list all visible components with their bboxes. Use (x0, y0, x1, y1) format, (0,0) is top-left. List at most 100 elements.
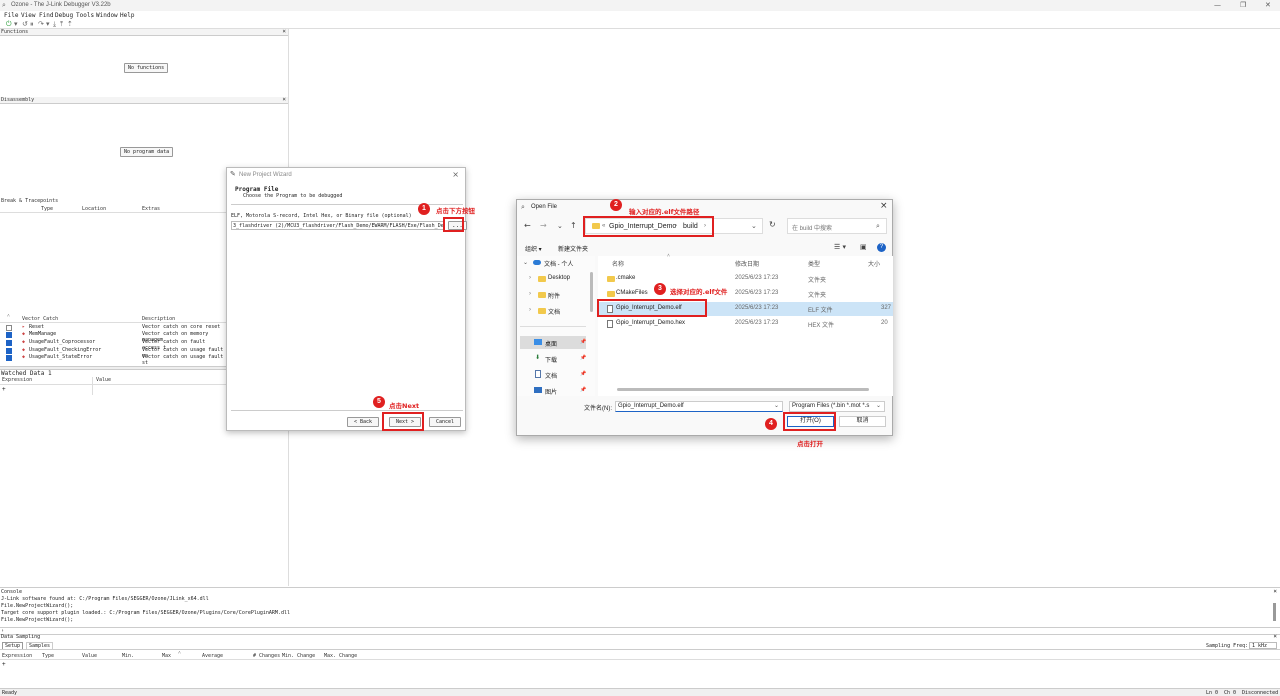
filetype-select[interactable]: Program Files (*.bin *.mot *.s ⌄ (789, 401, 885, 412)
up-arrow-icon[interactable]: ↑ (570, 221, 577, 230)
pause-icon[interactable]: ⏸ (30, 20, 34, 29)
quick-access-item[interactable]: 图片 (545, 387, 557, 396)
step-in-icon[interactable]: ⤓ (53, 20, 56, 29)
app-search-icon: ⌕ (2, 1, 6, 9)
program-file-input[interactable]: 3_flashdriver (2)/MCU3_flashdriver/Flash… (231, 221, 444, 230)
cancel-button[interactable]: 取消 (839, 416, 886, 427)
add-expression-field[interactable]: + (2, 661, 6, 668)
column-extras[interactable]: Extras (142, 206, 160, 212)
close-icon[interactable]: × (282, 96, 286, 103)
navigation-pane: ⌄ 文档 - 个人 › Desktop › 附件 › 文档 桌面 📌 ⬇ 下载 … (517, 256, 595, 396)
menu-bar: File View Find Debug Tools Window Help (0, 11, 1280, 20)
power-icon[interactable]: ⏻ (6, 20, 12, 29)
close-icon[interactable]: × (880, 201, 888, 211)
help-icon[interactable]: ? (877, 243, 886, 252)
step-over-icon[interactable]: ↷ (38, 20, 44, 28)
back-button[interactable]: < Back (347, 417, 379, 427)
table-row[interactable]: ◆ MemManage Vector catch on memory manag… (0, 331, 226, 343)
list-item[interactable]: Gpio_Interrupt_Demo.hex 2025/6/23 17:23 … (598, 317, 893, 331)
table-row[interactable]: ◆ UsageFault_Coprocessor Vector catch on… (0, 339, 226, 351)
chevron-down-icon[interactable]: ⌄ (557, 222, 563, 230)
column-expression[interactable]: Expression (2, 377, 32, 383)
column-type[interactable]: Type (41, 206, 53, 212)
expand-icon[interactable]: › (529, 307, 531, 313)
column-max[interactable]: Max (162, 653, 171, 659)
column-location[interactable]: Location (82, 206, 106, 212)
chevron-down-icon[interactable]: ⌄ (876, 402, 882, 409)
step-out-icon[interactable]: ⤒ (60, 20, 63, 29)
view-menu-icon[interactable]: ☰ ▾ (834, 243, 846, 251)
sampling-freq-select[interactable]: 1 kHz (1249, 642, 1277, 649)
dropdown-icon[interactable]: ▾ (46, 20, 50, 28)
wizard-subheading: Choose the Program to be debugged (243, 193, 343, 199)
column-value[interactable]: Value (96, 377, 111, 383)
expand-icon[interactable]: ⌄ (523, 259, 528, 266)
menu-file[interactable]: File (4, 12, 18, 19)
menu-window[interactable]: Window (96, 12, 118, 19)
reset-icon[interactable]: ↺ (22, 20, 28, 28)
chevron-down-icon[interactable]: ⌄ (751, 222, 757, 230)
file-date: 2025/6/23 17:23 (735, 320, 779, 326)
tab-setup[interactable]: Setup (2, 642, 24, 649)
menu-view[interactable]: View (21, 12, 35, 19)
add-watch-field[interactable]: + (2, 386, 6, 393)
maximize-button[interactable]: ❐ (1240, 1, 1246, 9)
column-min[interactable]: Min. (122, 653, 134, 659)
tree-item[interactable]: 文档 (548, 307, 560, 316)
column-changes[interactable]: # Changes (253, 653, 280, 659)
quick-access-item[interactable]: 下载 (545, 355, 557, 364)
close-window-button[interactable]: ✕ (1265, 1, 1271, 9)
checkbox[interactable] (6, 340, 12, 346)
column-date[interactable]: 修改日期 (735, 259, 759, 268)
checkbox[interactable] (6, 332, 12, 338)
column-size[interactable]: 大小 (868, 259, 880, 268)
table-row[interactable]: ◆ UsageFault_StateError Vector catch on … (0, 354, 226, 366)
column-vector-catch[interactable]: Vector Catch (22, 316, 58, 322)
column-value[interactable]: Value (82, 653, 97, 659)
menu-find[interactable]: Find (39, 12, 53, 19)
filename-input[interactable]: Gpio_Interrupt_Demo.elf ⌄ (615, 401, 783, 412)
preview-pane-icon[interactable]: ▣ (860, 243, 867, 251)
step-up-icon[interactable]: ⇡ (67, 20, 73, 28)
highlight-browse (443, 217, 464, 232)
file-list-scrollbar[interactable] (617, 388, 869, 391)
close-icon[interactable]: × (282, 28, 286, 35)
column-name[interactable]: 名称 (612, 259, 624, 268)
expand-icon[interactable]: › (529, 291, 531, 297)
close-icon[interactable]: × (1273, 633, 1277, 640)
refresh-icon[interactable]: ↻ (769, 220, 776, 229)
close-icon[interactable]: × (1273, 588, 1277, 595)
column-type[interactable]: Type (42, 653, 54, 659)
close-icon[interactable]: × (452, 170, 459, 179)
console-scrollbar[interactable] (1273, 603, 1276, 621)
organize-button[interactable]: 组织 ▾ (525, 244, 542, 253)
tab-samples[interactable]: Samples (26, 642, 54, 649)
column-type[interactable]: 类型 (808, 259, 820, 268)
quick-access-item[interactable]: 桌面 (545, 339, 557, 348)
sort-up-icon: ˄ (7, 313, 10, 319)
tree-item[interactable]: Desktop (548, 275, 570, 281)
search-input[interactable]: 在 build 中搜索 ⌕ (787, 218, 887, 234)
tree-item[interactable]: 附件 (548, 291, 560, 300)
minimize-button[interactable]: — (1214, 1, 1221, 9)
back-arrow-icon[interactable]: ← (524, 221, 531, 230)
menu-debug[interactable]: Debug (55, 12, 73, 19)
list-item[interactable]: .cmake 2025/6/23 17:23 文件夹 (598, 272, 893, 286)
quick-access-item[interactable]: 文档 (545, 371, 557, 380)
column-expression[interactable]: Expression (2, 653, 32, 659)
tree-item[interactable]: 文档 - 个人 (544, 259, 573, 268)
nav-scrollbar[interactable] (590, 272, 593, 312)
column-description[interactable]: Description (142, 316, 175, 322)
expand-icon[interactable]: › (529, 275, 531, 281)
column-average[interactable]: Average (202, 653, 223, 659)
column-max-change[interactable]: Max. Change (324, 653, 357, 659)
menu-help[interactable]: Help (120, 12, 134, 19)
column-min-change[interactable]: Min. Change (282, 653, 315, 659)
new-folder-button[interactable]: 新建文件夹 (558, 244, 588, 253)
chevron-down-icon[interactable]: ⌄ (774, 402, 779, 409)
dropdown-icon[interactable]: ▾ (14, 20, 18, 28)
cancel-button[interactable]: Cancel (429, 417, 461, 427)
forward-arrow-icon[interactable]: → (540, 221, 547, 230)
checkbox[interactable] (6, 355, 12, 361)
menu-tools[interactable]: Tools (76, 12, 94, 19)
